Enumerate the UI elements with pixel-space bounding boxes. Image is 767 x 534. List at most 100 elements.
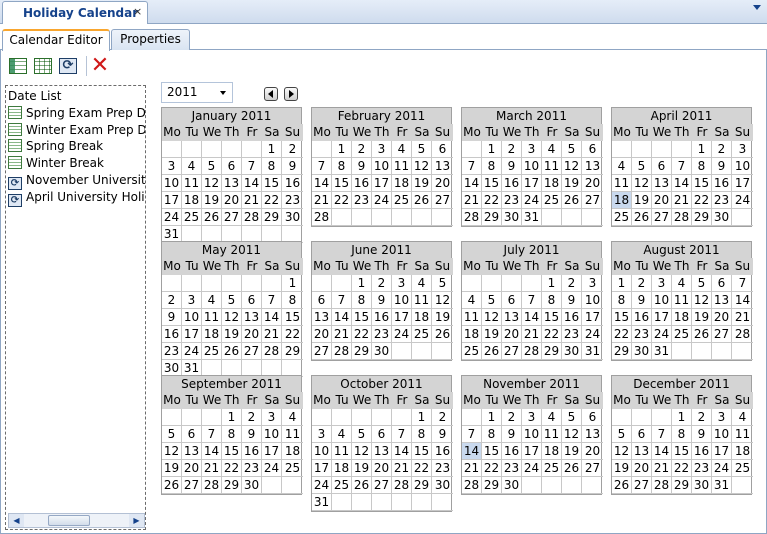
day-cell[interactable]: 7 bbox=[392, 426, 412, 443]
day-cell[interactable]: 3 bbox=[372, 141, 392, 158]
day-cell[interactable]: 12 bbox=[202, 175, 222, 192]
day-cell[interactable]: 24 bbox=[522, 192, 542, 209]
day-cell[interactable]: 2 bbox=[372, 275, 392, 292]
day-cell[interactable]: 5 bbox=[162, 426, 182, 443]
day-cell[interactable]: 17 bbox=[522, 443, 542, 460]
day-cell[interactable]: 25 bbox=[542, 460, 562, 477]
day-cell[interactable]: 2 bbox=[242, 409, 262, 426]
day-cell[interactable]: 16 bbox=[282, 175, 303, 192]
day-cell[interactable]: 14 bbox=[652, 443, 672, 460]
day-cell[interactable]: 17 bbox=[712, 443, 732, 460]
add-date-button[interactable] bbox=[6, 54, 30, 78]
day-cell[interactable]: 27 bbox=[712, 326, 732, 343]
day-cell[interactable]: 3 bbox=[262, 409, 282, 426]
day-cell[interactable]: 24 bbox=[162, 209, 182, 226]
day-cell[interactable]: 9 bbox=[352, 158, 372, 175]
day-cell[interactable]: 10 bbox=[162, 175, 182, 192]
day-cell[interactable]: 16 bbox=[352, 175, 372, 192]
day-cell[interactable]: 5 bbox=[632, 158, 652, 175]
day-cell[interactable]: 15 bbox=[672, 443, 692, 460]
day-cell[interactable]: 9 bbox=[692, 426, 712, 443]
day-cell[interactable]: 11 bbox=[412, 292, 432, 309]
day-cell[interactable]: 14 bbox=[672, 175, 692, 192]
day-cell[interactable]: 12 bbox=[612, 443, 632, 460]
scroll-right-icon[interactable]: ▶ bbox=[129, 514, 144, 527]
day-cell[interactable]: 8 bbox=[332, 158, 352, 175]
day-cell[interactable]: 28 bbox=[392, 477, 412, 494]
close-icon[interactable]: × bbox=[133, 5, 142, 18]
day-cell[interactable]: 19 bbox=[562, 443, 582, 460]
day-cell[interactable]: 28 bbox=[522, 343, 542, 360]
day-cell[interactable]: 18 bbox=[542, 175, 562, 192]
day-cell[interactable]: 13 bbox=[242, 309, 262, 326]
day-cell[interactable]: 19 bbox=[482, 326, 502, 343]
day-cell[interactable]: 2 bbox=[282, 141, 303, 158]
day-cell[interactable]: 11 bbox=[462, 309, 482, 326]
day-cell[interactable]: 29 bbox=[482, 477, 502, 494]
day-cell[interactable]: 11 bbox=[202, 309, 222, 326]
day-cell[interactable]: 25 bbox=[202, 343, 222, 360]
day-cell[interactable]: 10 bbox=[732, 158, 753, 175]
day-cell[interactable]: 26 bbox=[562, 192, 582, 209]
day-cell[interactable]: 20 bbox=[632, 460, 652, 477]
day-cell[interactable]: 9 bbox=[372, 292, 392, 309]
day-cell[interactable]: 16 bbox=[502, 443, 522, 460]
day-cell[interactable]: 16 bbox=[562, 309, 582, 326]
day-cell[interactable]: 31 bbox=[312, 494, 332, 511]
day-cell[interactable]: 4 bbox=[182, 158, 202, 175]
day-cell[interactable]: 16 bbox=[372, 309, 392, 326]
day-cell[interactable]: 3 bbox=[582, 275, 603, 292]
day-cell[interactable]: 19 bbox=[162, 460, 182, 477]
day-cell[interactable]: 2 bbox=[502, 141, 522, 158]
day-cell[interactable]: 3 bbox=[712, 409, 732, 426]
day-cell[interactable]: 2 bbox=[352, 141, 372, 158]
day-cell[interactable]: 21 bbox=[242, 192, 262, 209]
day-cell[interactable]: 23 bbox=[502, 460, 522, 477]
day-cell[interactable]: 10 bbox=[372, 158, 392, 175]
day-cell[interactable]: 1 bbox=[692, 141, 712, 158]
day-cell[interactable]: 18 bbox=[672, 309, 692, 326]
list-item[interactable]: Winter Break bbox=[8, 155, 145, 172]
day-cell[interactable]: 25 bbox=[462, 343, 482, 360]
day-cell[interactable]: 23 bbox=[692, 460, 712, 477]
day-cell[interactable]: 29 bbox=[352, 343, 372, 360]
day-cell[interactable]: 28 bbox=[462, 477, 482, 494]
day-cell[interactable]: 8 bbox=[482, 426, 502, 443]
day-cell[interactable]: 13 bbox=[632, 443, 652, 460]
year-select[interactable]: 2011 bbox=[161, 82, 233, 103]
day-cell[interactable]: 15 bbox=[692, 175, 712, 192]
day-cell[interactable]: 1 bbox=[542, 275, 562, 292]
day-cell[interactable]: 7 bbox=[462, 158, 482, 175]
day-cell[interactable]: 1 bbox=[482, 141, 502, 158]
day-cell[interactable]: 1 bbox=[262, 141, 282, 158]
day-cell[interactable]: 26 bbox=[412, 192, 432, 209]
day-cell[interactable]: 19 bbox=[692, 309, 712, 326]
day-cell[interactable]: 2 bbox=[632, 275, 652, 292]
list-item[interactable]: ⟳November University H bbox=[8, 172, 145, 190]
day-cell[interactable]: 23 bbox=[352, 192, 372, 209]
day-cell[interactable]: 28 bbox=[332, 343, 352, 360]
day-cell[interactable]: 23 bbox=[632, 326, 652, 343]
day-cell[interactable]: 6 bbox=[242, 292, 262, 309]
day-cell[interactable]: 2 bbox=[562, 275, 582, 292]
scroll-left-icon[interactable]: ◀ bbox=[9, 514, 24, 527]
day-cell[interactable]: 29 bbox=[482, 209, 502, 226]
day-cell[interactable]: 16 bbox=[632, 309, 652, 326]
day-cell[interactable]: 30 bbox=[562, 343, 582, 360]
day-cell[interactable]: 10 bbox=[522, 426, 542, 443]
day-cell[interactable]: 15 bbox=[612, 309, 632, 326]
day-cell[interactable]: 20 bbox=[712, 309, 732, 326]
day-cell[interactable]: 4 bbox=[332, 426, 352, 443]
day-cell[interactable]: 8 bbox=[692, 158, 712, 175]
day-cell[interactable]: 30 bbox=[282, 209, 303, 226]
day-cell[interactable]: 24 bbox=[312, 477, 332, 494]
day-cell[interactable]: 3 bbox=[392, 275, 412, 292]
day-cell[interactable]: 8 bbox=[262, 158, 282, 175]
day-cell[interactable]: 8 bbox=[612, 292, 632, 309]
day-cell[interactable]: 25 bbox=[282, 460, 303, 477]
day-cell[interactable]: 27 bbox=[222, 209, 242, 226]
day-cell[interactable]: 28 bbox=[462, 209, 482, 226]
day-cell[interactable]: 17 bbox=[312, 460, 332, 477]
next-year-button[interactable] bbox=[284, 87, 298, 101]
day-cell[interactable]: 13 bbox=[182, 443, 202, 460]
